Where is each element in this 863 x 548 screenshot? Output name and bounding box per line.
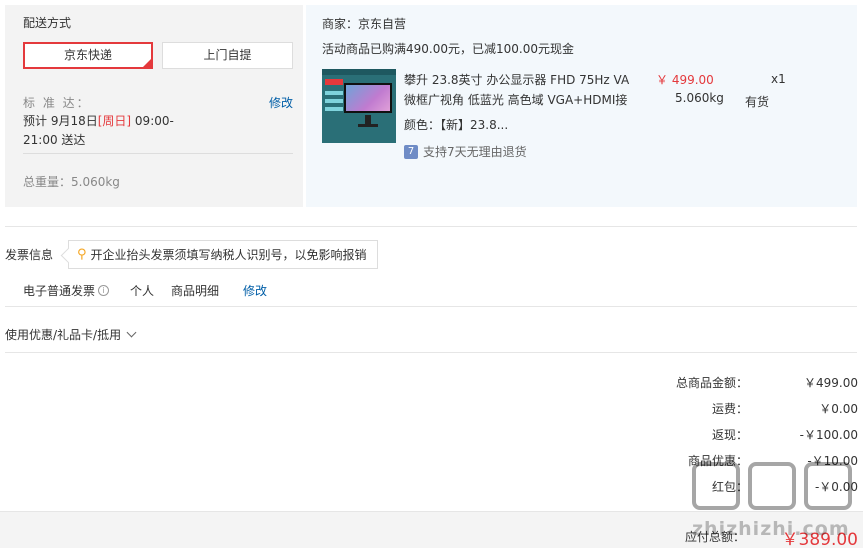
product-name[interactable]: 攀升 23.8英寸 办公显示器 FHD 75Hz VA 微框广视角 低蓝光 高色… bbox=[404, 70, 644, 110]
info-icon[interactable]: i bbox=[98, 285, 110, 296]
thumb-feature-bar bbox=[325, 99, 343, 103]
summary-value-shipping: ￥0.00 bbox=[819, 402, 858, 416]
payable-amount: ￥389.00 bbox=[781, 530, 858, 548]
thumb-feature-bar bbox=[325, 107, 343, 111]
summary-value-goods: ￥499.00 bbox=[804, 376, 858, 390]
jd-express-option[interactable]: 京东快递 bbox=[23, 42, 153, 69]
return-policy: 7 支持7天无理由退货 bbox=[404, 143, 527, 160]
thumb-header bbox=[322, 69, 396, 75]
invoice-content: 商品明细 bbox=[171, 284, 220, 298]
payable-label: 应付总额： bbox=[684, 530, 745, 544]
watermark-logo-icon bbox=[748, 462, 796, 510]
summary-label-discount: 商品优惠： bbox=[687, 454, 748, 468]
product-price: ￥ 499.00 bbox=[656, 73, 714, 87]
divider bbox=[23, 153, 293, 154]
section-divider bbox=[5, 352, 857, 353]
product-quantity: x1 bbox=[771, 72, 786, 86]
thumb-feature-bar bbox=[325, 91, 343, 95]
monitor-base bbox=[358, 124, 378, 127]
summary-value-redpacket: -￥0.00 bbox=[814, 480, 858, 494]
product-thumbnail[interactable] bbox=[322, 69, 396, 143]
delivery-estimate: 预计 9月18日[周日] 09:00-21:00 送达 bbox=[23, 112, 183, 150]
shipping-panel: 配送方式 京东快递 上门自提 标 准 达： 修改 预计 9月18日[周日] 09… bbox=[5, 5, 303, 207]
self-pickup-option[interactable]: 上门自提 bbox=[162, 42, 293, 69]
summary-label-shipping: 运费： bbox=[711, 402, 748, 416]
thumb-price-tag bbox=[325, 79, 343, 85]
invoice-type: 电子普通发票 i bbox=[23, 282, 110, 299]
payment-bar: 应付总额： ￥389.00 bbox=[0, 511, 863, 548]
section-divider bbox=[5, 306, 857, 307]
modify-invoice-link[interactable]: 修改 bbox=[243, 282, 267, 299]
shipping-title: 配送方式 bbox=[23, 16, 72, 30]
summary-label-redpacket: 红包： bbox=[711, 480, 748, 494]
invoice-type-label: 电子普通发票 bbox=[23, 284, 96, 298]
invoice-title: 发票信息 bbox=[5, 248, 54, 262]
product-color: 颜色：【新】23.8... bbox=[404, 118, 509, 132]
modify-delivery-link[interactable]: 修改 bbox=[269, 94, 293, 111]
chevron-down-icon bbox=[126, 327, 137, 338]
total-weight: 总重量：5.060kg bbox=[23, 175, 120, 189]
stock-status: 有货 bbox=[745, 95, 770, 109]
return-badge-icon: 7 bbox=[404, 144, 418, 159]
invoice-recipient: 个人 bbox=[130, 284, 155, 298]
delivery-weekday: [周日] bbox=[97, 114, 132, 128]
section-divider bbox=[5, 226, 857, 227]
merchant-name: 商家：京东自营 bbox=[322, 17, 407, 31]
product-weight: 5.060kg bbox=[675, 91, 724, 105]
lightbulb-icon: ⚲ bbox=[77, 247, 87, 262]
summary-label-cashback: 返现： bbox=[711, 428, 748, 442]
return-policy-text: 支持7天无理由退货 bbox=[423, 145, 527, 159]
delivery-date: 预计 9月18日 bbox=[23, 114, 98, 128]
promo-text: 活动商品已购满490.00元，已减100.00元现金 bbox=[322, 42, 574, 56]
coupon-toggle[interactable]: 使用优惠/礼品卡/抵用 bbox=[5, 326, 137, 343]
summary-label-goods: 总商品金额： bbox=[675, 376, 748, 390]
summary-value-cashback: -￥100.00 bbox=[799, 428, 858, 442]
invoice-tip: ⚲ 开企业抬头发票须填写纳税人识别号，以免影响报销 bbox=[68, 240, 378, 269]
standard-delivery-label: 标 准 达： bbox=[23, 96, 91, 110]
invoice-tip-text: 开企业抬头发票须填写纳税人识别号，以免影响报销 bbox=[90, 248, 367, 262]
monitor-screen bbox=[344, 83, 392, 113]
summary-value-discount: -￥10.00 bbox=[807, 454, 858, 468]
order-panel: 商家：京东自营 活动商品已购满490.00元，已减100.00元现金 攀升 23… bbox=[306, 5, 857, 207]
coupon-label: 使用优惠/礼品卡/抵用 bbox=[5, 328, 122, 342]
